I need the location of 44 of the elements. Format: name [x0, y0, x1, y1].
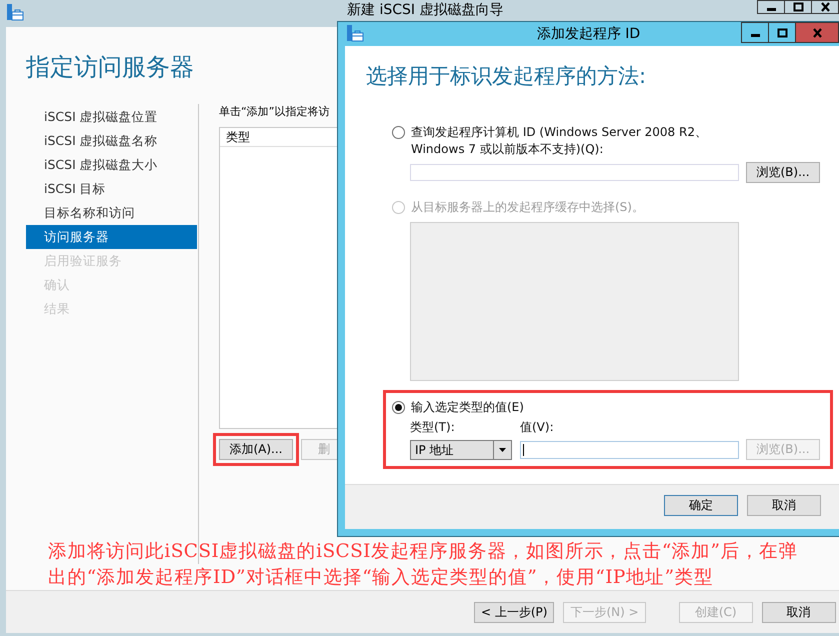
- page-heading: 指定访问服务器: [26, 52, 194, 82]
- computer-id-field[interactable]: [410, 164, 739, 181]
- maximize-icon: [793, 2, 803, 12]
- option-label[interactable]: 查询发起程序计算机 ID (Windows Server 2008 R2、: [411, 124, 707, 141]
- radio-button[interactable]: [392, 126, 405, 139]
- wizard-step[interactable]: 目标名称和访问: [26, 201, 197, 225]
- minimize-icon: [750, 34, 760, 36]
- browse-button[interactable]: 浏览(B)...: [746, 162, 820, 183]
- wizard-step[interactable]: 访问服务器: [26, 225, 197, 249]
- wizard-step[interactable]: iSCSI 虚拟磁盘大小: [26, 153, 197, 177]
- value-field[interactable]: [520, 440, 739, 458]
- text-cursor: [523, 444, 524, 456]
- add-button[interactable]: 添加(A)...: [219, 439, 293, 460]
- server-icon: [6, 4, 24, 21]
- annotation-text: 出的“添加发起程序ID”对话框中选择“输入选定类型的值”，使用“IP地址”类型: [48, 566, 714, 590]
- ok-button[interactable]: 确定: [664, 495, 738, 516]
- close-icon: [820, 2, 830, 12]
- wizard-step[interactable]: iSCSI 虚拟磁盘位置: [26, 105, 197, 129]
- minimize-icon: [766, 8, 776, 11]
- cancel-button[interactable]: 取消: [747, 495, 821, 516]
- option-label[interactable]: 输入选定类型的值(E): [411, 399, 524, 416]
- minimize-button[interactable]: [741, 22, 769, 43]
- back-button[interactable]: < 上一步(P): [474, 602, 554, 623]
- maximize-button[interactable]: [784, 0, 812, 14]
- radio-button[interactable]: [392, 401, 405, 414]
- type-dropdown[interactable]: IP 地址: [410, 440, 512, 460]
- caret-icon: [499, 448, 506, 452]
- server-icon: [346, 25, 364, 42]
- value-label: 值(V):: [520, 419, 555, 436]
- close-icon: [812, 27, 822, 38]
- cancel-button[interactable]: 取消: [762, 602, 836, 623]
- instruction-text: 单击“添加”以指定将访: [219, 105, 330, 120]
- annotation-text: 添加将访问此iSCSI虚拟磁盘的iSCSI发起程序服务器，如图所示，点击“添加”后，在弹: [48, 540, 798, 564]
- minimize-button[interactable]: [757, 0, 785, 14]
- server-list[interactable]: 类型: [219, 127, 337, 429]
- wizard-step[interactable]: iSCSI 目标: [26, 177, 197, 201]
- option-label[interactable]: Windows 7 或以前版本不支持)(Q):: [411, 141, 707, 158]
- window-title: 新建 iSCSI 虚拟磁盘向导: [347, 2, 504, 19]
- maximize-icon: [777, 28, 787, 37]
- type-label: 类型(T):: [410, 419, 456, 436]
- wizard-step[interactable]: iSCSI 虚拟磁盘名称: [26, 129, 197, 153]
- dialog-title: 添加发起程序 ID: [536, 26, 640, 42]
- dialog-heading: 选择用于标识发起程序的方法:: [366, 63, 648, 90]
- close-button[interactable]: [811, 0, 839, 14]
